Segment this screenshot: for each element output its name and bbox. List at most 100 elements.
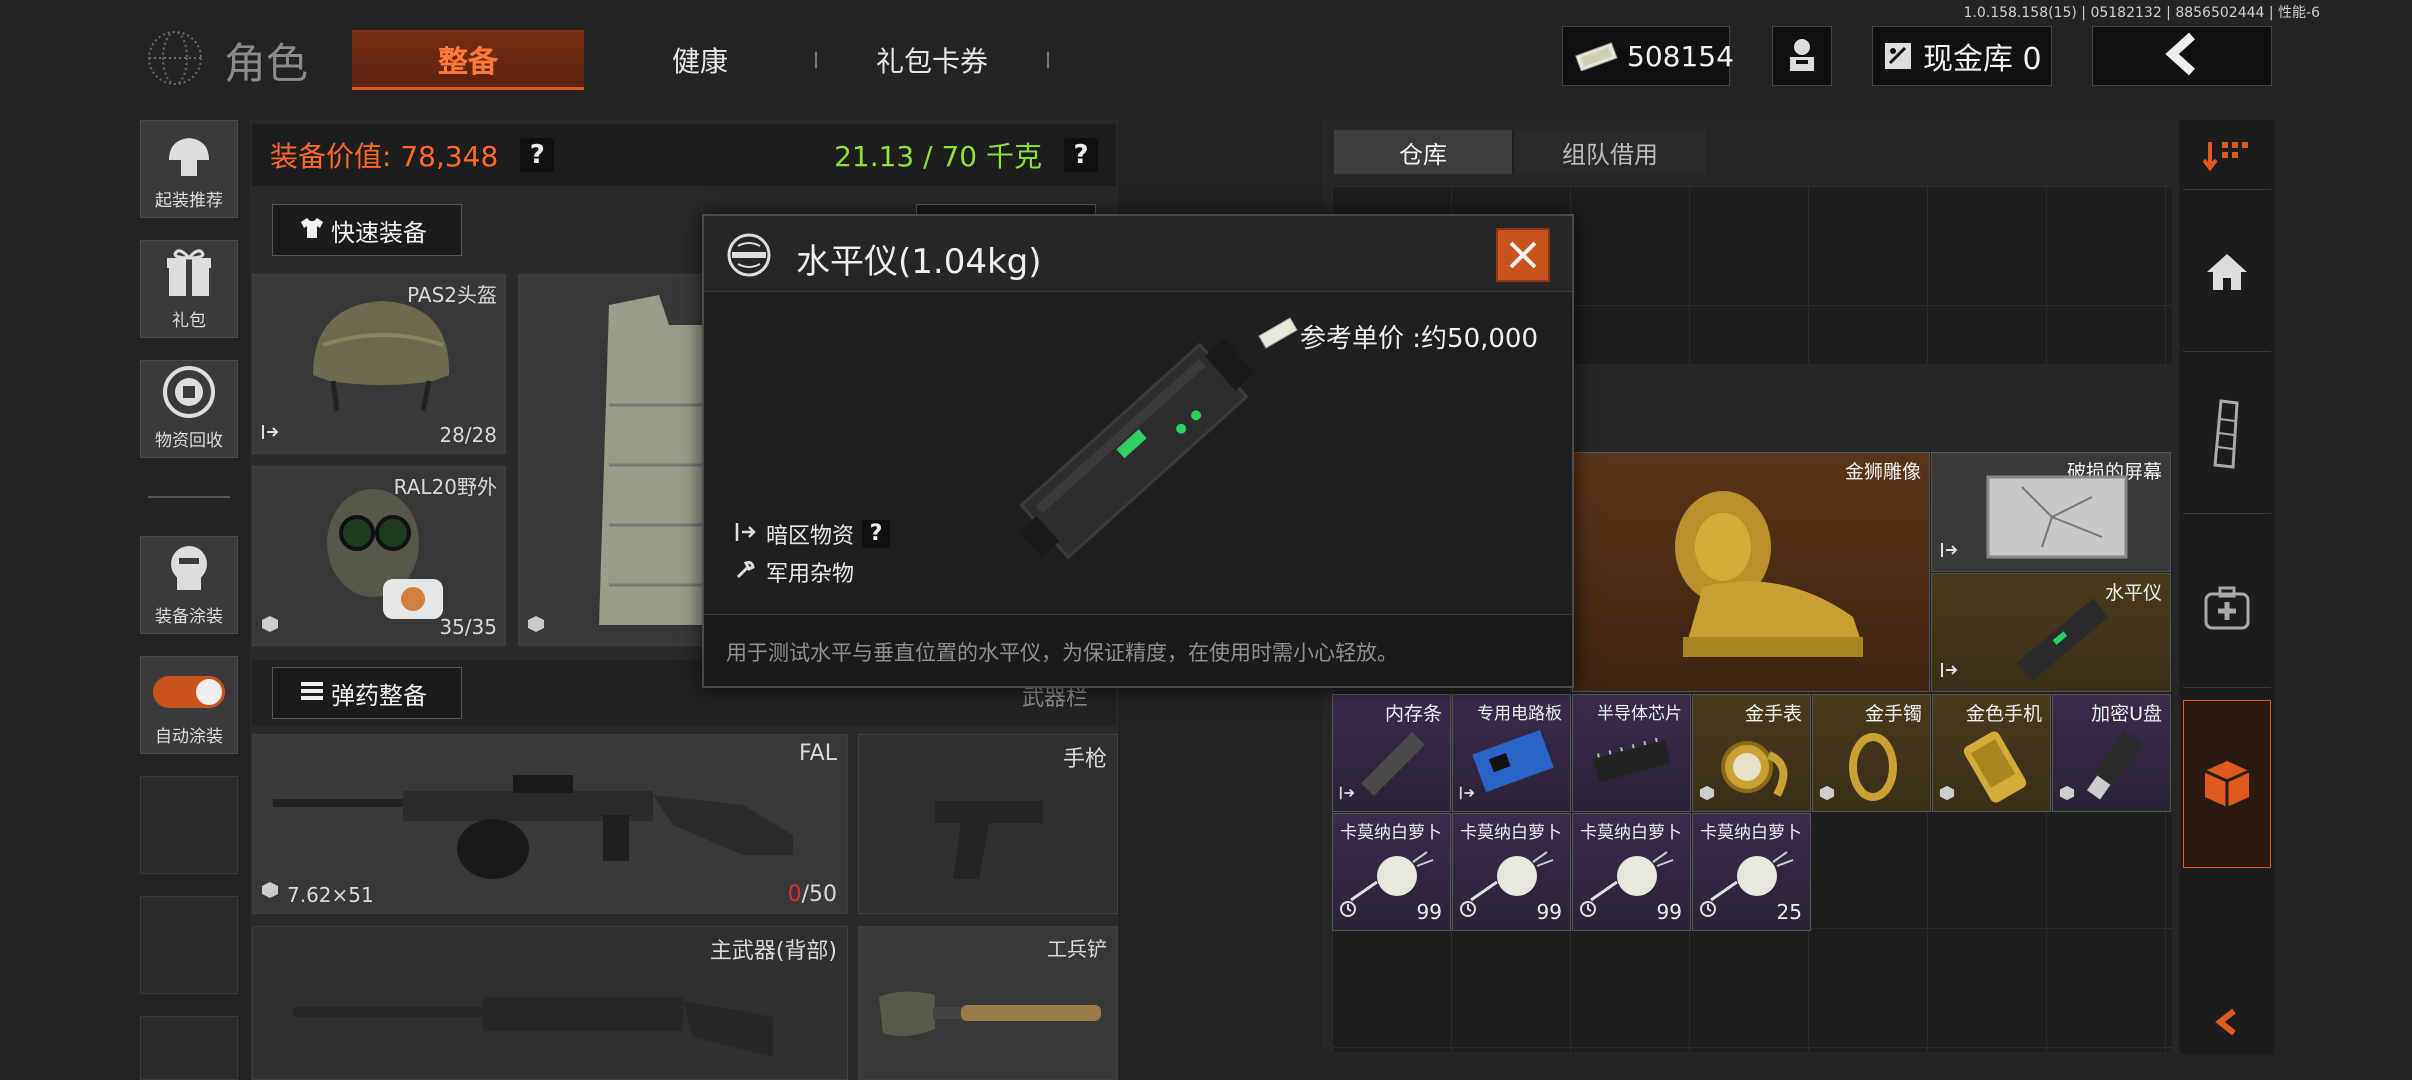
- ammo-equip-label: 弹药整备: [331, 681, 427, 710]
- vault-button[interactable]: 现金库 0: [1872, 26, 2052, 86]
- currency-value: 508154: [1627, 39, 1734, 73]
- unequip-icon[interactable]: [261, 423, 279, 445]
- sidebar-loadout-recommend[interactable]: 起装推荐: [140, 120, 238, 218]
- tag-help-icon[interactable]: ?: [862, 520, 891, 548]
- inventory-item-gold-bracelet[interactable]: 金手镯: [1812, 694, 1931, 812]
- box-icon: [1819, 785, 1835, 805]
- value-help-icon[interactable]: ?: [520, 138, 555, 172]
- item-name: 卡莫纳白萝卜: [1700, 823, 1802, 843]
- toggle-icon[interactable]: [153, 676, 225, 708]
- ammo-current: 0: [787, 882, 802, 907]
- rifle-image: [273, 775, 793, 879]
- gold-bracelet-image: [1849, 733, 1897, 801]
- inventory-item-semiconductor-chip[interactable]: 半导体芯片: [1572, 694, 1691, 812]
- sidebar-empty-slot[interactable]: [140, 1016, 238, 1080]
- helmet-slot[interactable]: PAS2头盔 28/28: [252, 274, 506, 454]
- version-info: 1.0.158.158(15) | 05182132 | 8856502444 …: [1963, 5, 2321, 21]
- rail-magazine[interactable]: [2183, 354, 2271, 514]
- tab-health[interactable]: 健康: [584, 30, 816, 90]
- sort-button[interactable]: [2183, 120, 2271, 190]
- rail-medkit[interactable]: [2183, 528, 2271, 688]
- clock-icon: [1459, 900, 1477, 922]
- inventory-item-encrypted-usb[interactable]: 加密U盘: [2052, 694, 2171, 812]
- tag-military-misc: 军用杂物: [734, 556, 854, 588]
- ammo-equip-button[interactable]: 弹药整备: [272, 667, 462, 719]
- inventory-item-gold-phone[interactable]: 金色手机: [1932, 694, 2051, 812]
- tab-team-borrow[interactable]: 组队借用: [1514, 130, 1706, 174]
- broken-screen-image: [1986, 475, 2128, 559]
- rail-loot-box[interactable]: [2183, 700, 2271, 868]
- inventory-item-circuit-board[interactable]: 专用电路板: [1452, 694, 1571, 812]
- item-name: 加密U盘: [2091, 703, 2162, 725]
- inventory-item-broken-screen[interactable]: 破损的屏幕: [1931, 452, 2171, 572]
- close-icon: [1509, 241, 1537, 269]
- back-weapon-slot[interactable]: 主武器(背部): [252, 926, 848, 1080]
- rail-collapse[interactable]: [2183, 990, 2271, 1054]
- box-icon: [2059, 785, 2075, 805]
- inventory-item-radish[interactable]: 卡莫纳白萝卜 99: [1452, 813, 1571, 931]
- ram-image: [1361, 732, 1425, 796]
- gold-phone-image: [1963, 731, 2027, 803]
- inventory-item-radish[interactable]: 卡莫纳白萝卜 99: [1332, 813, 1451, 931]
- unequip-icon[interactable]: [1459, 785, 1475, 805]
- currency-box[interactable]: 508154: [1562, 26, 1734, 86]
- inventory-item-gold-lion[interactable]: 金狮雕像: [1572, 452, 1930, 692]
- sidebar-paint[interactable]: 装备涂装: [140, 536, 238, 634]
- tab-warehouse[interactable]: 仓库: [1334, 130, 1512, 174]
- tab-bar: 整备 健康 礼包卡券: [352, 30, 1052, 90]
- usb-image: [2086, 730, 2144, 800]
- close-button[interactable]: [1496, 228, 1550, 282]
- tag-military-misc-label: 军用杂物: [766, 562, 855, 587]
- rail-home[interactable]: [2183, 192, 2271, 352]
- sidebar-auto-paint[interactable]: 自动涂装: [140, 656, 238, 754]
- inventory-item-radish[interactable]: 卡莫纳白萝卜 25: [1692, 813, 1811, 931]
- agent-button[interactable]: [1772, 26, 1832, 86]
- sidebar-empty-slot[interactable]: [140, 776, 238, 874]
- radish-image: [1590, 851, 1674, 902]
- loadout-summary-bar: 装备价值: 78,348 ? 21.13 / 70 千克 ?: [252, 124, 1116, 186]
- box-icon: [261, 881, 279, 903]
- back-button[interactable]: [2092, 26, 2272, 86]
- gold-watch-image: [1721, 741, 1788, 797]
- shovel-image: [879, 991, 1101, 1037]
- reference-price: 参考单价 :约50,000: [1300, 324, 1538, 354]
- tab-zhengbei[interactable]: 整备: [352, 30, 584, 90]
- item-detail-popup: 水平仪(1.04kg) 参考单价 :约50,000 暗区物资 ? 军用杂物 用于…: [702, 214, 1574, 688]
- tab-gift-coupons[interactable]: 礼包卡券: [816, 30, 1048, 90]
- cash-icon: [1571, 41, 1621, 72]
- item-count: 25: [1776, 900, 1802, 924]
- primary-weapon-name: FAL: [799, 741, 837, 766]
- gold-lion-image: [1675, 491, 1863, 657]
- agent-icon: [1782, 34, 1822, 78]
- primary-weapon-slot[interactable]: FAL 7.62×51 0/50: [252, 734, 848, 914]
- sidebar-recycle[interactable]: 物资回收: [140, 360, 238, 458]
- unequip-icon[interactable]: [1940, 541, 1958, 563]
- pistol-silhouette: [935, 801, 1043, 879]
- level-item-image: [1018, 338, 1255, 560]
- clock-icon: [1579, 900, 1597, 922]
- sidebar-gift[interactable]: 礼包: [140, 240, 238, 338]
- helmet-image: [313, 301, 450, 412]
- collapse-arrow-icon: [2215, 1008, 2236, 1036]
- inventory-item-gold-watch[interactable]: 金手表: [1692, 694, 1811, 812]
- item-count: 99: [1536, 900, 1562, 924]
- box-icon: [527, 615, 545, 637]
- unequip-icon[interactable]: [1940, 661, 1958, 683]
- item-description: 用于测试水平与垂直位置的水平仪，为保证精度，在使用时需小心轻放。: [726, 641, 1398, 665]
- sidebar-empty-slot[interactable]: [140, 896, 238, 994]
- circuit-board-image: [1472, 729, 1554, 793]
- shirt-icon: [299, 216, 325, 244]
- inventory-item-radish[interactable]: 卡莫纳白萝卜 99: [1572, 813, 1691, 931]
- mask-slot[interactable]: RAL20野外 35/35: [252, 466, 506, 646]
- pistol-slot[interactable]: 手枪: [858, 734, 1118, 914]
- tab-label: 仓库: [1399, 140, 1447, 169]
- price-cash-icon: [1256, 316, 1300, 354]
- weight-help-icon[interactable]: ?: [1064, 138, 1098, 172]
- inventory-item-ram[interactable]: 内存条: [1332, 694, 1451, 812]
- quick-equip-button[interactable]: 快速装备: [272, 204, 462, 256]
- shovel-slot[interactable]: 工兵铲: [858, 926, 1118, 1080]
- inventory-item-level[interactable]: 水平仪: [1931, 573, 2171, 692]
- globe-icon: [140, 28, 210, 88]
- unequip-icon[interactable]: [1339, 785, 1355, 805]
- ammo-max: /50: [801, 882, 837, 907]
